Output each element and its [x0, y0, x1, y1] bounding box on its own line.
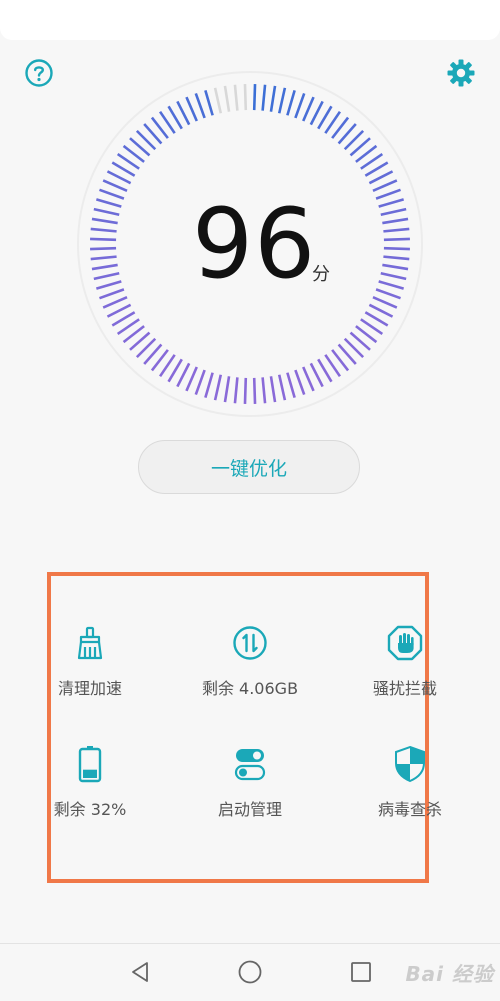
back-triangle-icon	[132, 962, 148, 982]
tool-harassment-block[interactable]: 骚扰拦截	[340, 623, 470, 723]
home-button[interactable]	[234, 956, 266, 988]
system-navigation-bar: Bai 经验	[0, 943, 500, 1001]
tool-label: 启动管理	[217, 800, 282, 819]
recent-apps-button[interactable]	[345, 956, 377, 988]
tool-label: 剩余 32%	[53, 800, 127, 819]
back-button[interactable]	[124, 956, 156, 988]
broom-icon	[77, 626, 103, 660]
tool-label: 剩余 4.06GB	[201, 679, 299, 698]
shield-icon	[395, 745, 425, 783]
gear-icon	[447, 59, 475, 87]
toggle-switch-icon	[234, 749, 266, 781]
score-gauge: 96 分	[75, 69, 425, 419]
one-click-optimize-button[interactable]: 一键优化	[138, 440, 360, 494]
question-circle-icon	[25, 59, 53, 87]
memory-icon	[233, 626, 267, 660]
hand-block-icon	[387, 625, 423, 661]
score-unit: 分	[312, 264, 330, 285]
home-circle-icon	[238, 960, 262, 984]
tool-cleanup-speedup[interactable]: 清理加速	[25, 623, 155, 723]
watermark: Bai 经验	[405, 962, 494, 986]
tool-label: 清理加速	[57, 679, 122, 698]
recent-square-icon	[351, 962, 371, 982]
score-display: 96 分	[75, 69, 425, 419]
settings-button[interactable]	[445, 57, 477, 89]
help-button[interactable]	[23, 57, 55, 89]
tool-label: 骚扰拦截	[372, 679, 437, 698]
battery-icon	[78, 746, 102, 783]
top-card	[0, 0, 500, 40]
tool-memory[interactable]: 剩余 4.06GB	[185, 623, 315, 723]
tool-battery[interactable]: 剩余 32%	[25, 744, 155, 844]
tool-label: 病毒查杀	[377, 800, 442, 819]
score-value: 96	[192, 188, 317, 300]
tool-virus-scan[interactable]: 病毒查杀	[345, 744, 475, 844]
tool-startup-manager[interactable]: 启动管理	[185, 744, 315, 844]
